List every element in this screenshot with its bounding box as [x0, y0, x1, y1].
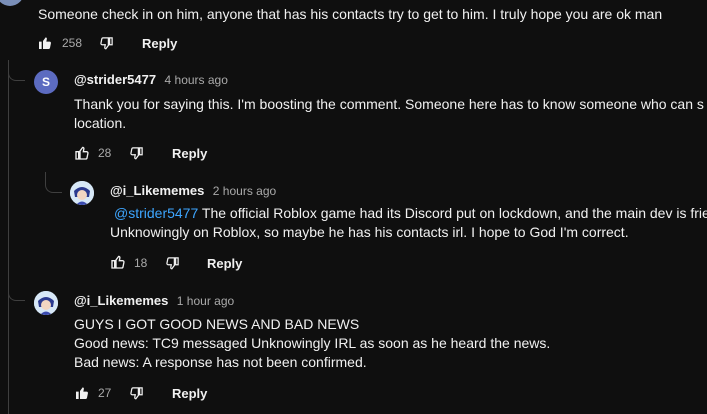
- thread-line: [8, 60, 9, 414]
- avatar-letter: S: [41, 75, 50, 89]
- avatar[interactable]: [0, 0, 24, 6]
- avatar[interactable]: [70, 181, 94, 205]
- thread-connector: [8, 60, 25, 81]
- comment-author[interactable]: @i_Likememes: [110, 183, 204, 198]
- reply-button[interactable]: Reply: [142, 36, 177, 51]
- thread-connector: [45, 172, 62, 193]
- comment-text-line-1: GUYS I GOT GOOD NEWS AND BAD NEWS: [74, 316, 360, 332]
- like-count: 258: [62, 36, 83, 50]
- comment-text: Someone check in on him, anyone that has…: [38, 6, 663, 22]
- reply-button[interactable]: Reply: [172, 386, 207, 401]
- comment-time[interactable]: 2 hours ago: [213, 184, 276, 198]
- comment-text-line-1: The official Roblox game had its Discord…: [198, 205, 707, 221]
- like-icon[interactable]: [37, 35, 53, 51]
- avatar[interactable]: [34, 291, 58, 315]
- comment-author[interactable]: @i_Likememes: [74, 293, 168, 308]
- mention-link[interactable]: @strider5477: [114, 205, 198, 221]
- like-icon[interactable]: [74, 385, 90, 401]
- thread-connector: [8, 270, 25, 301]
- like-icon[interactable]: [110, 254, 126, 270]
- avatar[interactable]: S: [34, 70, 58, 94]
- like-count: 18: [134, 256, 148, 270]
- like-count: 27: [98, 386, 112, 400]
- comment-time[interactable]: 1 hour ago: [177, 294, 234, 308]
- dislike-icon[interactable]: [165, 256, 180, 271]
- reply-button[interactable]: Reply: [207, 256, 242, 271]
- dislike-icon[interactable]: [99, 36, 114, 51]
- comment-text-line-2: location.: [74, 115, 127, 131]
- dislike-icon[interactable]: [129, 386, 144, 401]
- reply-button[interactable]: Reply: [172, 146, 207, 161]
- dislike-icon[interactable]: [129, 146, 144, 161]
- like-count: 28: [98, 146, 112, 160]
- comment-text-line-2: Good news: TC9 messaged Unknowingly IRL …: [74, 335, 551, 351]
- comment-author[interactable]: @strider5477: [74, 72, 156, 87]
- comment-time[interactable]: 4 hours ago: [165, 73, 228, 87]
- like-icon[interactable]: [74, 145, 90, 161]
- comment-text-line-2: Unknowingly on Roblox, so maybe he has h…: [110, 224, 629, 240]
- comment-text-line-3: Bad news: A response has not been confir…: [74, 354, 367, 370]
- comment-text-line-1: Thank you for saying this. I'm boosting …: [74, 96, 704, 112]
